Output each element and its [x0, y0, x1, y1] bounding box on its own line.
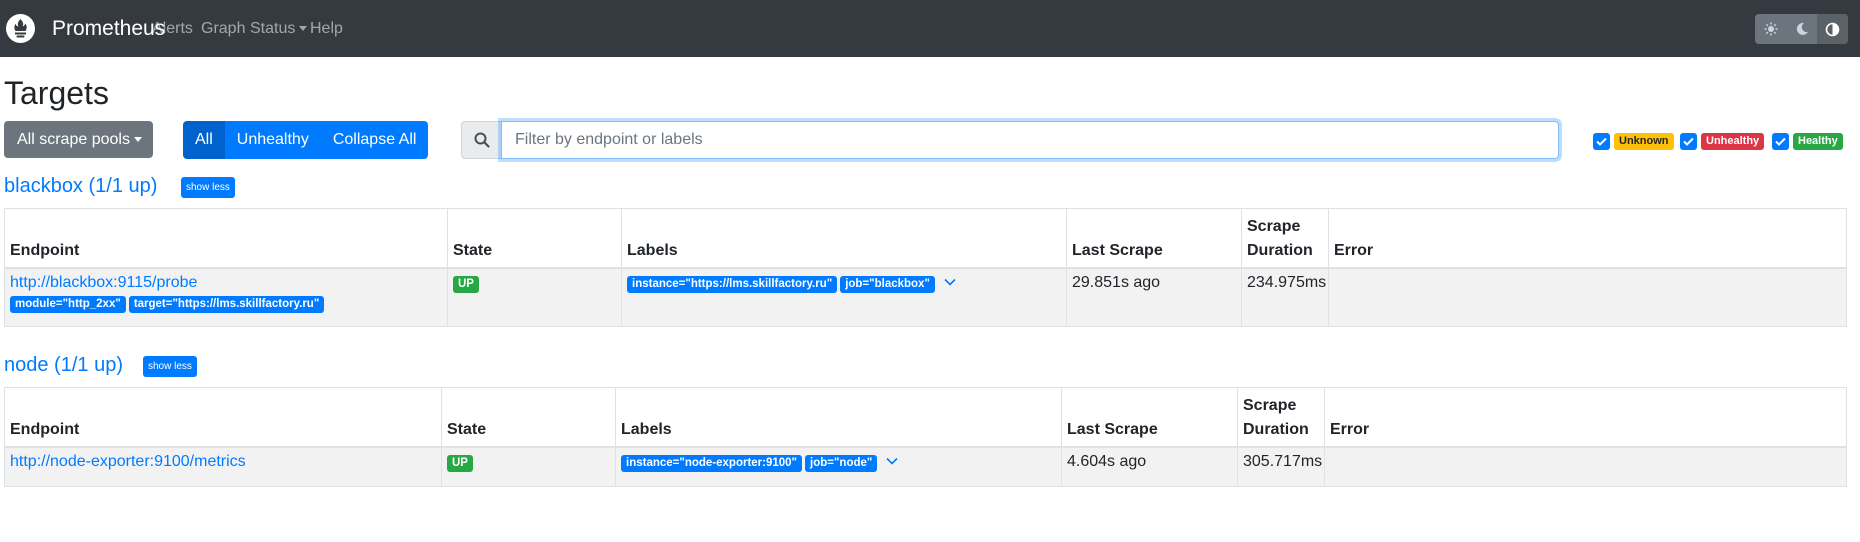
col-endpoint: Endpoint: [4, 387, 442, 447]
nav-alerts[interactable]: Alerts: [152, 19, 193, 39]
show-less-button[interactable]: show less: [181, 177, 235, 198]
col-endpoint: Endpoint: [4, 208, 448, 268]
filter-unhealthy-button[interactable]: Unhealthy: [224, 121, 321, 159]
nav-status-label: Status: [250, 20, 296, 37]
moon-icon: [1796, 22, 1808, 35]
last-scrape-cell: 29.851s ago: [1066, 267, 1242, 327]
error-cell: [1328, 267, 1847, 327]
scrape-pool-select[interactable]: All scrape pools: [4, 121, 153, 158]
col-scrape-duration: Scrape Duration: [1241, 208, 1329, 268]
checkmark-icon: [1596, 137, 1607, 146]
targets-table-blackbox: Endpoint State Labels Last Scrape Scrape…: [4, 208, 1847, 327]
theme-light-button[interactable]: [1755, 14, 1786, 44]
col-state: State: [447, 208, 622, 268]
filter-healthy[interactable]: Healthy: [1772, 132, 1843, 151]
target-filter-group: All Unhealthy Collapse All: [183, 121, 429, 159]
status-badge: UP: [447, 454, 473, 472]
filter-unknown[interactable]: Unknown: [1593, 132, 1674, 151]
state-cell: UP: [441, 446, 616, 487]
badge-unknown: Unknown: [1614, 133, 1674, 150]
target-label: job="node": [805, 454, 878, 472]
state-cell: UP: [447, 267, 622, 327]
chevron-down-icon: [133, 137, 142, 143]
param-label: target="https://lms.skillfactory.ru": [128, 295, 325, 313]
targets-table-node: Endpoint State Labels Last Scrape Scrape…: [4, 387, 1847, 487]
checkmark-icon: [1775, 137, 1786, 146]
col-scrape-duration-line1: Scrape: [1243, 396, 1297, 414]
chevron-down-icon[interactable]: [944, 278, 956, 286]
labels-cell: instance="https://lms.skillfactory.ru" jo…: [621, 267, 1067, 327]
badge-unhealthy: Unhealthy: [1701, 133, 1765, 150]
scrape-duration-cell: 234.975ms: [1241, 267, 1329, 327]
theme-auto-button[interactable]: [1817, 14, 1848, 44]
filter-all-button[interactable]: All: [183, 121, 225, 159]
param-label: module="http_2xx": [10, 295, 126, 313]
pool-title-blackbox[interactable]: blackbox (1/1 up): [4, 174, 157, 198]
chevron-down-icon: [299, 26, 308, 32]
filter-unhealthy[interactable]: Unhealthy: [1680, 132, 1765, 151]
collapse-all-button[interactable]: Collapse All: [320, 121, 429, 159]
contrast-icon: [1825, 22, 1840, 36]
target-label: instance="https://lms.skillfactory.ru": [627, 275, 838, 293]
endpoint-cell: http://node-exporter:9100/metrics: [4, 446, 442, 487]
page-title: Targets: [4, 75, 109, 111]
col-error: Error: [1324, 387, 1847, 447]
col-last-scrape: Last Scrape: [1061, 387, 1238, 447]
nav-status[interactable]: Status: [250, 19, 308, 39]
scrape-duration-cell: 305.717ms: [1237, 446, 1325, 487]
endpoint-link[interactable]: http://node-exporter:9100/metrics: [10, 453, 246, 470]
theme-toggle: [1755, 14, 1848, 44]
table-row: http://blackbox:9115/probe module="http_…: [4, 267, 1847, 327]
checkbox-healthy[interactable]: [1772, 133, 1789, 150]
checkbox-unknown[interactable]: [1593, 133, 1610, 150]
checkbox-unhealthy[interactable]: [1680, 133, 1697, 150]
col-error: Error: [1328, 208, 1847, 268]
endpoint-link[interactable]: http://blackbox:9115/probe: [10, 274, 197, 291]
pool-title-node[interactable]: node (1/1 up): [4, 353, 123, 377]
status-badge: UP: [453, 275, 479, 293]
navbar: Prometheus Alerts Graph Status Help: [0, 0, 1860, 57]
col-scrape-duration-line2: Duration: [1243, 420, 1309, 438]
search-icon-box: [461, 121, 501, 159]
badge-healthy: Healthy: [1793, 133, 1843, 150]
col-labels: Labels: [615, 387, 1062, 447]
col-labels: Labels: [621, 208, 1067, 268]
nav-graph[interactable]: Graph: [201, 19, 245, 39]
prometheus-logo-icon[interactable]: [6, 14, 35, 43]
target-label: job="blackbox": [840, 275, 935, 293]
col-scrape-duration: Scrape Duration: [1237, 387, 1325, 447]
col-last-scrape: Last Scrape: [1066, 208, 1242, 268]
last-scrape-cell: 4.604s ago: [1061, 446, 1238, 487]
sun-icon: [1764, 22, 1777, 36]
col-scrape-duration-line1: Scrape: [1247, 217, 1301, 235]
col-state: State: [441, 387, 616, 447]
checkmark-icon: [1683, 137, 1694, 146]
search-input[interactable]: [501, 121, 1559, 159]
target-label: instance="node-exporter:9100": [621, 454, 803, 472]
labels-cell: instance="node-exporter:9100" job="node": [615, 446, 1062, 487]
scrape-pool-label: All scrape pools: [17, 131, 130, 148]
chevron-down-icon[interactable]: [886, 457, 898, 465]
error-cell: [1324, 446, 1847, 487]
table-row: http://node-exporter:9100/metrics UP ins…: [4, 446, 1847, 487]
theme-dark-button[interactable]: [1786, 14, 1817, 44]
search-icon: [474, 132, 490, 148]
col-scrape-duration-line2: Duration: [1247, 241, 1313, 259]
show-less-button[interactable]: show less: [143, 356, 197, 377]
brand-title[interactable]: Prometheus: [52, 15, 165, 42]
nav-help[interactable]: Help: [310, 19, 343, 39]
endpoint-cell: http://blackbox:9115/probe module="http_…: [4, 267, 448, 327]
